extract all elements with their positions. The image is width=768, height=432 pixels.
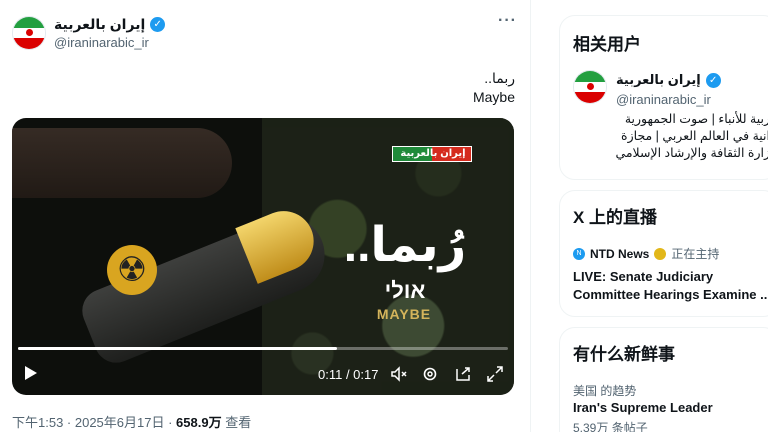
live-host-status: 正在主持	[671, 247, 720, 261]
related-user-bio: ربية للأنباء | صوت الجمهورية انية في الع…	[570, 111, 768, 162]
related-user-name-row[interactable]: إيران بالعربية ✓	[616, 72, 721, 88]
related-users-title: 相关用户	[573, 35, 641, 54]
live-on-x-card: X 上的直播 N NTD News 正在主持 LIVE: Senate Judi…	[559, 190, 768, 317]
channel-logo-badge: إيران بالعربية	[392, 146, 472, 162]
video-progress-bar[interactable]	[18, 347, 508, 350]
more-options-icon[interactable]: ···	[498, 12, 517, 30]
live-section-title: X 上的直播	[573, 208, 658, 227]
video-overlay-arabic: رُبما..	[343, 219, 467, 272]
live-host-name[interactable]: NTD News	[590, 247, 649, 261]
view-label: 查看	[221, 415, 252, 430]
video-overlay-english: MAYBE	[376, 306, 432, 322]
picture-in-picture-icon[interactable]	[454, 365, 472, 383]
author-handle[interactable]: @iraninarabic_ir	[54, 35, 149, 50]
view-count: 658.9万	[176, 415, 222, 430]
fullscreen-icon[interactable]	[486, 365, 504, 383]
trend-post-count: 5.39万 条帖子	[573, 421, 648, 432]
gold-verified-icon	[654, 247, 667, 260]
whats-happening-card: 有什么新鲜事 美国 的趋势 Iran's Supreme Leader 5.39…	[559, 327, 768, 432]
related-user-handle[interactable]: @iraninarabic_ir	[616, 92, 711, 107]
tweet-timestamp[interactable]: 下午1:53 · 2025年6月17日 ·	[12, 415, 176, 430]
bio-line: انية في العالم العربي | مجازة	[621, 129, 768, 143]
related-users-card: 相关用户 إيران بالعربية ✓ @iraninarabic_ir ر…	[559, 15, 768, 180]
related-user-name[interactable]: إيران بالعربية	[616, 72, 701, 88]
tweet-detail: إيران بالعربية ✓ @iraninarabic_ir ··· رب…	[0, 0, 530, 432]
live-title-line: Committee Hearings Examine ...	[573, 287, 768, 302]
mute-icon[interactable]	[390, 365, 408, 383]
verified-badge-icon: ✓	[150, 17, 166, 32]
verified-badge-icon: ✓	[705, 72, 721, 88]
live-title-line: LIVE: Senate Judiciary	[573, 269, 714, 284]
related-user-avatar[interactable]	[573, 70, 607, 104]
tweet-text-arabic: ربما..	[484, 70, 515, 86]
trend-context: 美国 的趋势	[573, 384, 637, 398]
bio-line: ربية للأنباء | صوت الجمهورية	[624, 112, 768, 126]
tweet-text-english: Maybe	[472, 89, 515, 105]
radiation-symbol-icon: ☢	[107, 245, 157, 295]
column-divider	[530, 0, 531, 432]
video-overlay-hebrew: אולי	[384, 278, 426, 303]
tweet-meta: 下午1:53 · 2025年6月17日 · 658.9万 查看	[12, 412, 251, 431]
ntd-logo-icon: N	[573, 247, 585, 260]
whats-happening-title: 有什么新鲜事	[573, 345, 675, 364]
author-name-row[interactable]: إيران بالعربية ✓	[54, 16, 166, 33]
live-stream-title[interactable]: LIVE: Senate Judiciary Committee Hearing…	[573, 268, 768, 304]
author-avatar[interactable]	[12, 16, 46, 50]
video-progress-fill	[18, 347, 337, 350]
play-icon[interactable]	[24, 365, 38, 381]
live-host-row[interactable]: N NTD News 正在主持	[573, 245, 719, 262]
author-name[interactable]: إيران بالعربية	[54, 16, 145, 33]
settings-gear-icon[interactable]	[421, 365, 439, 383]
bio-line: زارة الثقافة والإرشاد الإسلامي	[615, 146, 768, 160]
video-hand-image	[12, 128, 232, 198]
channel-logo-text: إيران بالعربية	[400, 148, 466, 159]
video-time: 0:11 / 0:17	[318, 367, 379, 382]
trend-item[interactable]: Iran's Supreme Leader	[573, 400, 713, 415]
